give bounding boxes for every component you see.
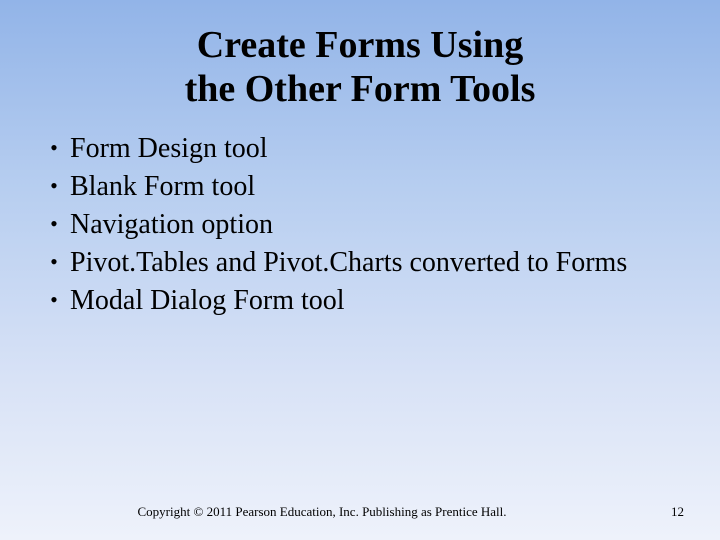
slide-title: Create Forms Using the Other Form Tools bbox=[36, 24, 684, 111]
footer: Copyright © 2011 Pearson Education, Inc.… bbox=[0, 504, 720, 520]
bullet-text: Blank Form tool bbox=[64, 169, 684, 205]
bullet-text: Modal Dialog Form tool bbox=[64, 283, 684, 319]
bullet-list: • Form Design tool • Blank Form tool • N… bbox=[36, 131, 684, 318]
list-item: • Form Design tool bbox=[44, 131, 684, 167]
slide: Create Forms Using the Other Form Tools … bbox=[0, 0, 720, 540]
bullet-text: Form Design tool bbox=[64, 131, 684, 167]
bullet-icon: • bbox=[44, 131, 64, 165]
list-item: • Pivot.Tables and Pivot.Charts converte… bbox=[44, 245, 684, 281]
bullet-icon: • bbox=[44, 169, 64, 203]
bullet-text: Pivot.Tables and Pivot.Charts converted … bbox=[64, 245, 684, 281]
copyright-text: Copyright © 2011 Pearson Education, Inc.… bbox=[0, 504, 644, 520]
bullet-icon: • bbox=[44, 283, 64, 317]
title-line-1: Create Forms Using bbox=[197, 24, 523, 66]
list-item: • Navigation option bbox=[44, 207, 684, 243]
title-line-2: the Other Form Tools bbox=[185, 68, 536, 110]
list-item: • Blank Form tool bbox=[44, 169, 684, 205]
bullet-icon: • bbox=[44, 207, 64, 241]
page-number: 12 bbox=[644, 504, 684, 520]
list-item: • Modal Dialog Form tool bbox=[44, 283, 684, 319]
bullet-icon: • bbox=[44, 245, 64, 279]
bullet-text: Navigation option bbox=[64, 207, 684, 243]
